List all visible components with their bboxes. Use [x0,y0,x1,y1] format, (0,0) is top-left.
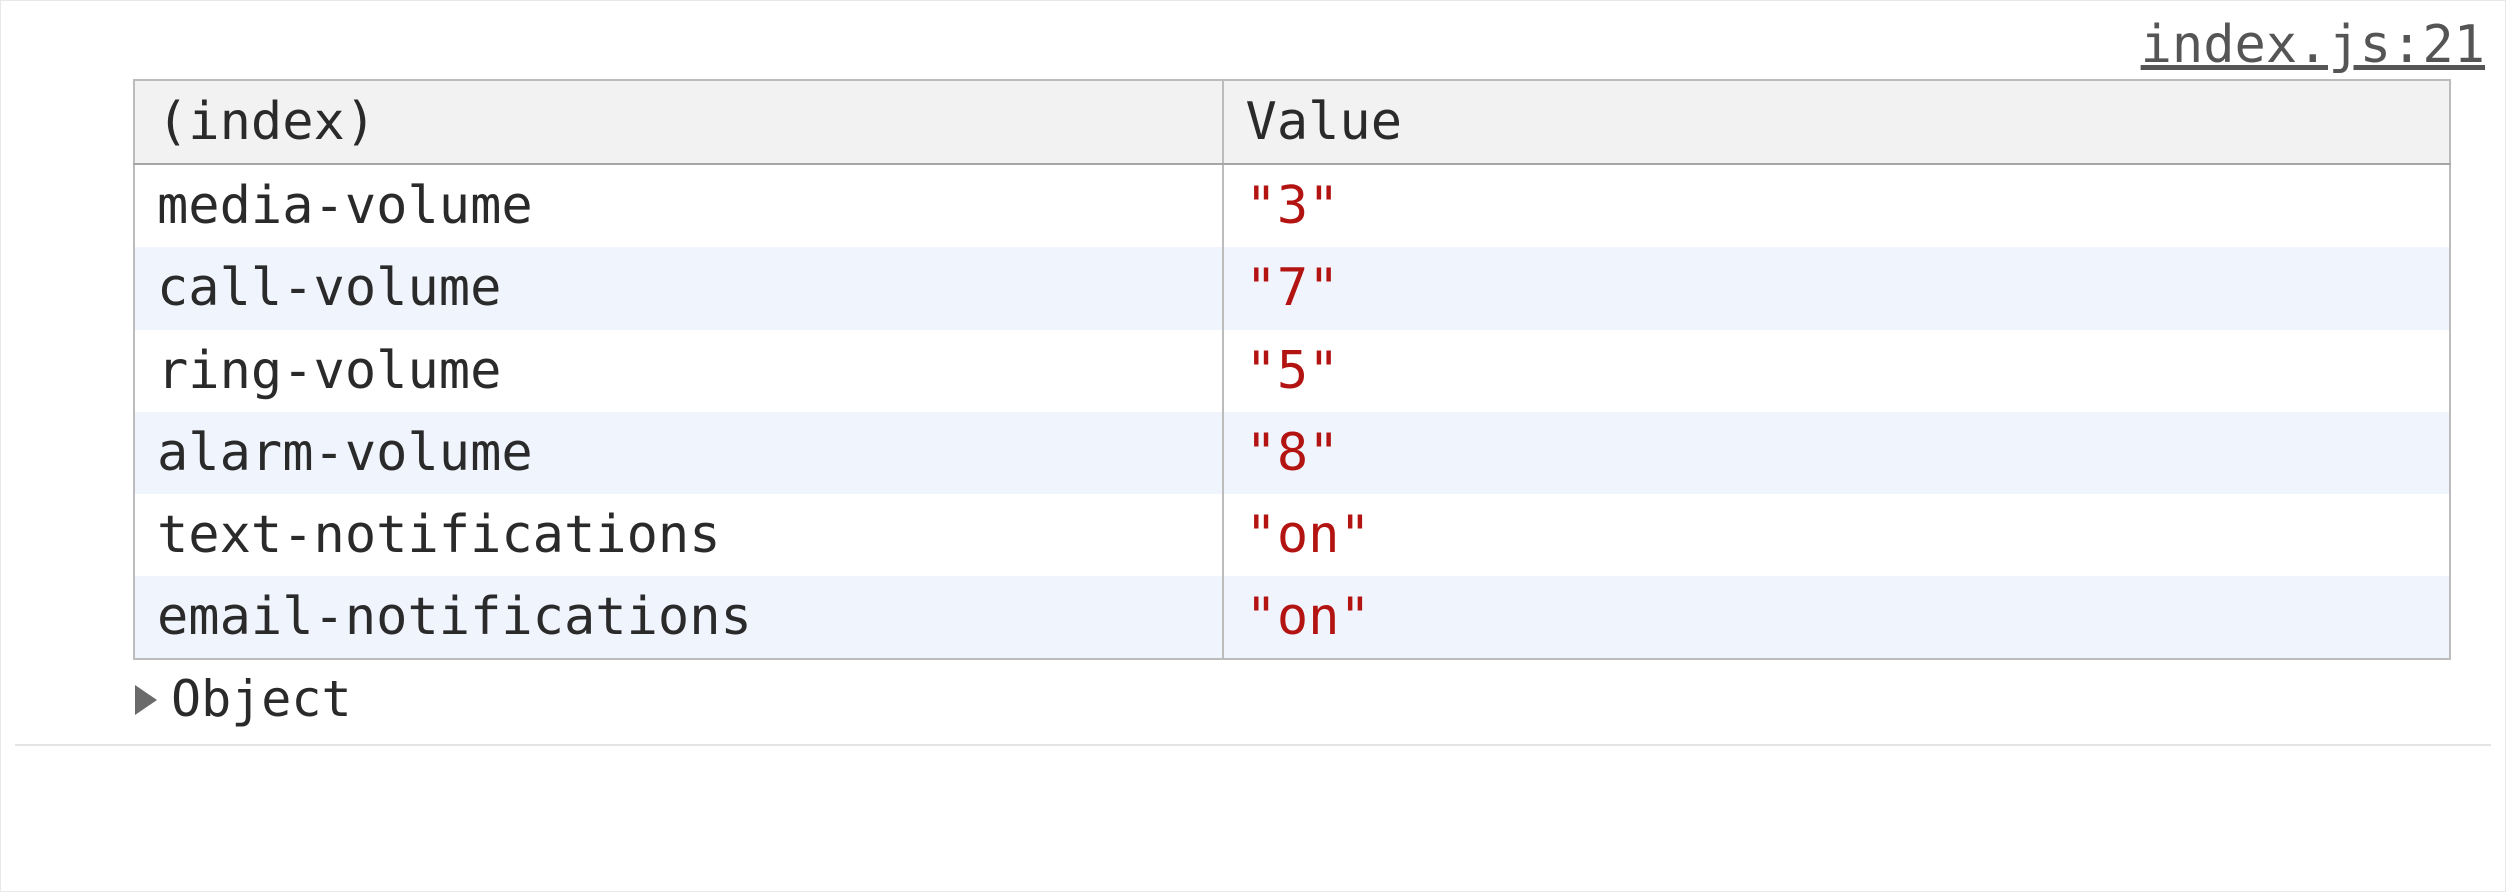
cell-value: "on" [1223,576,2450,659]
table-row[interactable]: media-volume "3" [134,164,2450,247]
cell-key: call-volume [134,247,1223,329]
disclosure-triangle-icon[interactable] [135,685,157,715]
table-row[interactable]: text-notifications "on" [134,494,2450,576]
console-table: (index) Value media-volume "3" call-volu… [133,79,2451,660]
object-disclosure-row[interactable]: Object [133,666,2451,734]
string-value: "3" [1246,176,1340,236]
object-label: Object [171,666,352,734]
cell-value: "on" [1223,494,2450,576]
console-table-container: (index) Value media-volume "3" call-volu… [133,79,2451,734]
cell-value: "5" [1223,330,2450,412]
column-header-index[interactable]: (index) [134,80,1223,164]
cell-value: "8" [1223,412,2450,494]
cell-key: alarm-volume [134,412,1223,494]
table-row[interactable]: call-volume "7" [134,247,2450,329]
string-value: "5" [1246,341,1340,401]
cell-key: text-notifications [134,494,1223,576]
string-value: "7" [1246,258,1340,318]
divider [15,744,2491,746]
cell-value: "3" [1223,164,2450,247]
source-link[interactable]: index.js:21 [15,15,2491,75]
table-row[interactable]: email-notifications "on" [134,576,2450,659]
cell-key: ring-volume [134,330,1223,412]
console-panel: index.js:21 (index) Value media-volume "… [0,0,2506,892]
column-header-value[interactable]: Value [1223,80,2450,164]
cell-value: "7" [1223,247,2450,329]
string-value: "on" [1246,587,1371,647]
table-row[interactable]: alarm-volume "8" [134,412,2450,494]
table-row[interactable]: ring-volume "5" [134,330,2450,412]
string-value: "on" [1246,505,1371,565]
string-value: "8" [1246,423,1340,483]
cell-key: email-notifications [134,576,1223,659]
table-header-row: (index) Value [134,80,2450,164]
cell-key: media-volume [134,164,1223,247]
